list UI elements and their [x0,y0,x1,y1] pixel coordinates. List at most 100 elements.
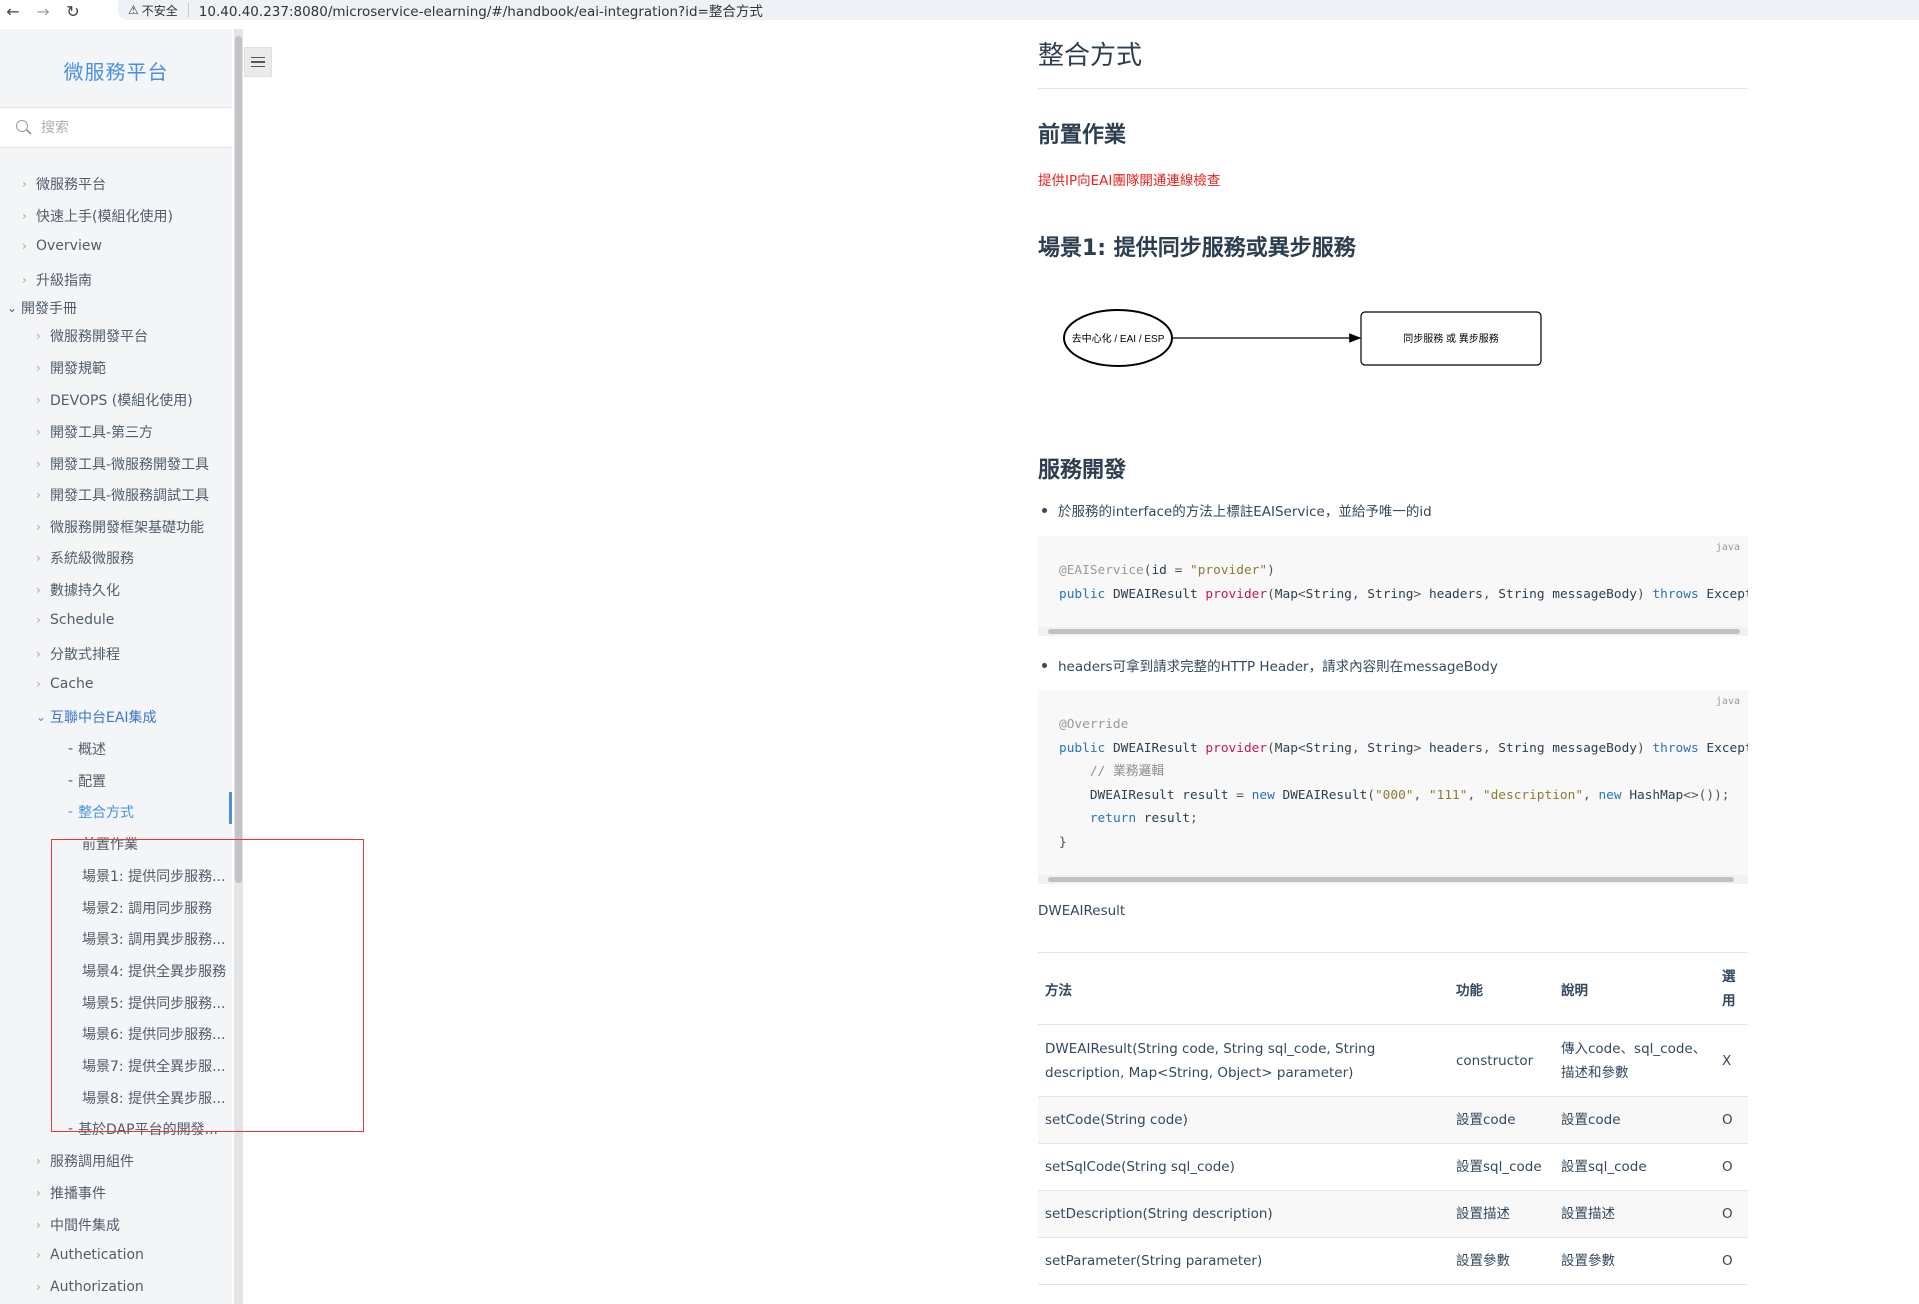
diagram-node-service-label: 同步服務 或 異步服務 [1403,332,1499,345]
sidebar-item-distributed-schedule[interactable]: › 分散式排程 [36,644,120,664]
table-cell: 設置參數 [1554,1237,1715,1285]
back-arrow-icon[interactable]: ← [0,0,26,22]
heading-prereq: 前置作業 [1038,123,1127,148]
bullet-dot [1042,662,1047,668]
chevron-right-icon: › [36,583,41,597]
sidebar-item-dev-standards[interactable]: › 開發規範 [36,358,106,378]
address-bar[interactable]: ⚠ 不安全 10.40.40.237:8080/microservice-ele… [118,0,1919,20]
sidebar-item-integration-methods[interactable]: - 整合方式 [68,802,134,822]
chevron-right-icon: › [36,488,41,502]
table-cell: setCode(String code) [1038,1096,1449,1144]
table-cell: X [1715,1024,1748,1097]
sidebar-item-authentication[interactable]: › Authetication [36,1247,144,1263]
sidebar-item-dap-dev[interactable]: - 基於DAP平台的開發... [68,1119,218,1139]
sidebar-item-cache[interactable]: › Cache [36,676,94,692]
code-scrollbar[interactable] [1038,875,1748,884]
security-indicator[interactable]: ⚠ 不安全 [128,2,178,19]
heading-service-dev: 服務開發 [1038,458,1127,483]
table-cell: 設置描述 [1554,1190,1715,1238]
table-cell: setSqlCode(String sql_code) [1038,1143,1449,1191]
table-cell: O [1715,1190,1748,1238]
sidebar-item-authorization[interactable]: › Authorization [36,1279,144,1295]
sidebar-item-upgrade-guide[interactable]: › 升級指南 [22,270,92,290]
heading-scene1: 場景1: 提供同步服務或異步服務 [1038,236,1356,261]
table-cell: setParameter(String parameter) [1038,1237,1449,1285]
sidebar-subitem-prereq[interactable]: 前置作業 [82,834,138,854]
code-language-label: java [1715,542,1740,553]
sidebar-item-debug-tools[interactable]: › 開發工具-微服務調試工具 [36,485,209,505]
chevron-right-icon: › [36,393,41,407]
sidebar-item-overview[interactable]: › Overview [22,238,102,254]
sidebar-item-third-party-tools[interactable]: › 開發工具-第三方 [36,422,153,442]
table-cell: 設置sql_code [1449,1143,1554,1191]
chevron-right-icon: › [36,647,41,661]
sidebar-item-framework-basics[interactable]: › 微服務開發框架基礎功能 [36,517,204,537]
api-table: 方法 功能 說明 選用 DWEAIResult(String code, Str… [1038,952,1748,1285]
sidebar-subitem-scene5[interactable]: 場景5: 提供同步服務... [82,993,225,1013]
table-cell: setDescription(String description) [1038,1190,1449,1238]
code-scrollbar-thumb[interactable] [1048,629,1740,634]
sidebar-item-summary[interactable]: - 概述 [68,739,106,759]
sidebar-item-config[interactable]: - 配置 [68,771,106,791]
table-header: 選用 [1715,952,1748,1025]
sidebar-item-devops[interactable]: › DEVOPS (模組化使用) [36,390,193,410]
sidebar-item-push-events[interactable]: › 推播事件 [36,1183,106,1203]
list-item: 於服務的interface的方法上標註EAIService，並給予唯一的id [1042,500,1432,520]
chevron-right-icon: › [36,520,41,534]
sidebar-scrollbar[interactable] [234,29,243,1304]
sidebar-scrollbar-thumb[interactable] [235,36,242,883]
chevron-right-icon: › [36,551,41,565]
table-cell: 傳入code、sql_code、描述和參數 [1554,1024,1715,1097]
app-name[interactable]: 微服務平台 [0,56,232,85]
table-cell: 設置code [1554,1096,1715,1144]
forward-arrow-icon[interactable]: → [30,0,56,22]
sidebar-item-dev-platform[interactable]: › 微服務開發平台 [36,326,148,346]
code-scrollbar-thumb[interactable] [1048,877,1734,882]
sidebar-item-persistence[interactable]: › 數據持久化 [36,580,120,600]
sidebar-search [0,107,232,148]
chevron-right-icon: › [22,239,27,253]
code-block: java @EAIService(id = "provider") public… [1038,536,1748,636]
table-cell: 設置參數 [1449,1237,1554,1285]
sidebar-item-microservice-platform[interactable]: › 微服務平台 [22,174,106,194]
page-title: 整合方式 [1038,41,1143,71]
sidebar-item-service-invoke[interactable]: › 服務調用組件 [36,1151,134,1171]
bullet-dot [1042,507,1047,513]
search-input[interactable] [41,119,221,136]
sidebar-item-eai-integration[interactable]: ⌄ 互聯中台EAI集成 [36,707,157,727]
sidebar-item-middleware[interactable]: › 中間件集成 [36,1215,120,1235]
search-icon [16,119,32,136]
sidebar-subitem-scene8[interactable]: 場景8: 提供全異步服... [82,1088,225,1108]
result-class-label: DWEAIResult [1038,903,1126,919]
sidebar-item-system-services[interactable]: › 系統級微服務 [36,548,134,568]
sidebar-item-dev-handbook[interactable]: ⌄ 開發手冊 [7,298,77,318]
hamburger-icon [251,56,265,59]
chevron-down-icon: ⌄ [7,301,18,315]
sidebar-subitem-scene4[interactable]: 場景4: 提供全異步服務 [82,961,226,981]
url-text[interactable]: 10.40.40.237:8080/microservice-elearning… [199,0,763,20]
table-row: DWEAIResult(String code, String sql_code… [1038,1024,1748,1097]
table-cell: O [1715,1096,1748,1144]
list-item-text: 於服務的interface的方法上標註EAIService，並給予唯一的id [1058,504,1432,520]
active-item-indicator [229,792,232,824]
code-text: @Override public DWEAIResult provider(Ma… [1059,717,1748,850]
sidebar-subitem-scene7[interactable]: 場景7: 提供全異步服... [82,1056,225,1076]
sidebar-subitem-scene6[interactable]: 場景6: 提供同步服務... [82,1024,225,1044]
diagram-node-eai-label: 去中心化 / EAI / ESP [1072,332,1165,345]
table-row: setSqlCode(String sql_code) 設置sql_code 設… [1038,1143,1748,1191]
sidebar-item-quick-start[interactable]: › 快速上手(模組化使用) [22,206,173,226]
list-item-text: headers可拿到請求完整的HTTP Header，請求內容則在message… [1058,659,1498,675]
sidebar-item-dev-tools[interactable]: › 開發工具-微服務開發工具 [36,454,209,474]
code-scrollbar[interactable] [1038,627,1748,636]
sidebar-toggle-button[interactable] [244,47,272,77]
reload-icon[interactable]: ↻ [60,0,86,22]
sidebar-subitem-scene2[interactable]: 場景2: 調用同步服務 [82,898,212,918]
chevron-right-icon: › [36,329,41,343]
url-divider [187,3,189,17]
chevron-right-icon: › [36,1218,41,1232]
sidebar-item-schedule[interactable]: › Schedule [36,612,114,628]
sidebar-subitem-scene3[interactable]: 場景3: 調用異步服務... [82,929,225,949]
chevron-right-icon: › [36,1154,41,1168]
sidebar-subitem-scene1[interactable]: 場景1: 提供同步服務... [82,866,225,886]
chevron-right-icon: › [22,209,27,223]
